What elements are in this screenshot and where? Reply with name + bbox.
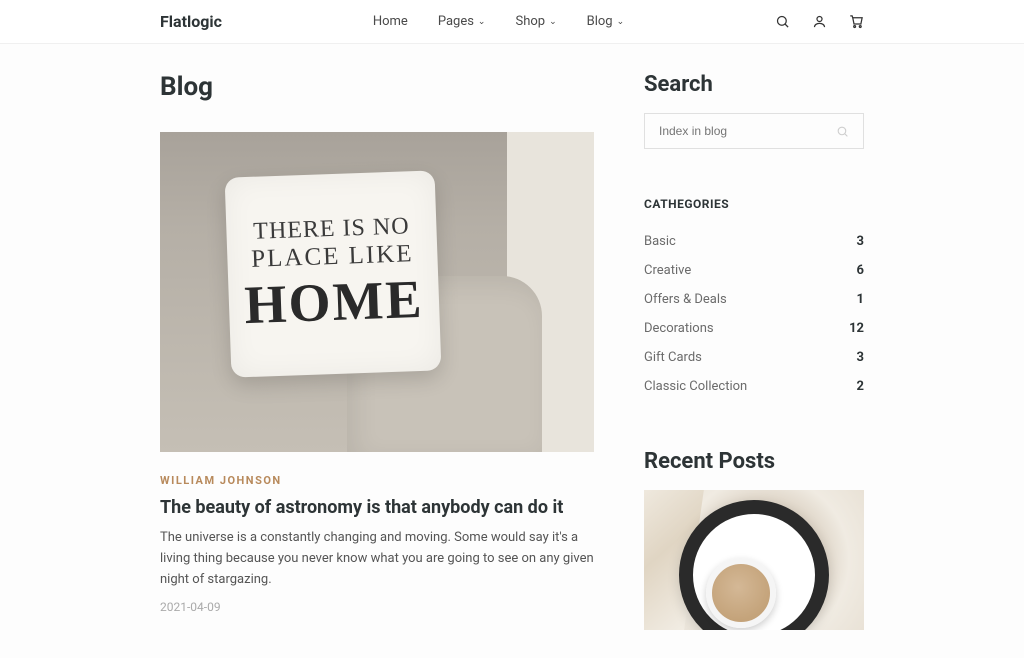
page-container: Blog THERE IS NO PLACE LIKE HOME WILLIAM… xyxy=(0,44,1024,658)
nav-blog-label: Blog xyxy=(587,14,613,29)
nav-blog[interactable]: Blog ⌄ xyxy=(587,14,625,29)
user-icon[interactable] xyxy=(812,14,827,29)
category-count: 3 xyxy=(857,234,864,249)
top-navigation: Flatlogic Home Pages ⌄ Shop ⌄ Blog ⌄ xyxy=(0,0,1024,44)
chevron-down-icon: ⌄ xyxy=(617,17,625,27)
category-item[interactable]: Classic Collection 2 xyxy=(644,372,864,401)
pillow-graphic: THERE IS NO PLACE LIKE HOME xyxy=(225,170,442,377)
category-label: Basic xyxy=(644,234,676,249)
post-author[interactable]: WILLIAM JOHNSON xyxy=(160,474,594,487)
category-label: Offers & Deals xyxy=(644,292,727,307)
post-featured-image[interactable]: THERE IS NO PLACE LIKE HOME xyxy=(160,132,594,452)
category-item[interactable]: Offers & Deals 1 xyxy=(644,285,864,314)
brand-logo[interactable]: Flatlogic xyxy=(160,12,222,31)
category-item[interactable]: Basic 3 xyxy=(644,227,864,256)
main-nav: Home Pages ⌄ Shop ⌄ Blog ⌄ xyxy=(373,14,624,29)
pillow-text-3: HOME xyxy=(243,267,424,335)
main-content: Blog THERE IS NO PLACE LIKE HOME WILLIAM… xyxy=(160,72,594,630)
recent-posts-heading: Recent Posts xyxy=(644,449,864,474)
category-label: Creative xyxy=(644,263,691,278)
post-date: 2021-04-09 xyxy=(160,600,594,614)
search-heading: Search xyxy=(644,72,864,97)
category-count: 12 xyxy=(849,321,864,336)
chevron-down-icon: ⌄ xyxy=(478,17,486,27)
category-label: Decorations xyxy=(644,321,714,336)
nav-shop-label: Shop xyxy=(515,14,545,29)
chevron-down-icon: ⌄ xyxy=(549,17,557,27)
search-icon[interactable] xyxy=(836,125,849,138)
category-label: Classic Collection xyxy=(644,379,747,394)
nav-shop[interactable]: Shop ⌄ xyxy=(515,14,556,29)
category-item[interactable]: Decorations 12 xyxy=(644,314,864,343)
category-label: Gift Cards xyxy=(644,350,702,365)
post-title[interactable]: The beauty of astronomy is that anybody … xyxy=(160,497,594,518)
cup-graphic xyxy=(706,558,776,628)
nav-pages-label: Pages xyxy=(438,14,474,29)
search-icon[interactable] xyxy=(775,14,790,29)
category-count: 3 xyxy=(857,350,864,365)
top-icon-group xyxy=(775,14,864,29)
post-excerpt: The universe is a constantly changing an… xyxy=(160,528,594,590)
nav-pages[interactable]: Pages ⌄ xyxy=(438,14,486,29)
category-count: 2 xyxy=(857,379,864,394)
recent-post-thumbnail[interactable] xyxy=(644,490,864,630)
nav-home[interactable]: Home xyxy=(373,14,408,29)
categories-heading: CATHEGORIES xyxy=(644,197,864,211)
search-box[interactable] xyxy=(644,113,864,149)
category-list: Basic 3 Creative 6 Offers & Deals 1 Decorat… xyxy=(644,227,864,401)
category-item[interactable]: Creative 6 xyxy=(644,256,864,285)
category-item[interactable]: Gift Cards 3 xyxy=(644,343,864,372)
cart-icon[interactable] xyxy=(849,14,864,29)
nav-home-label: Home xyxy=(373,14,408,29)
search-input[interactable] xyxy=(659,124,836,138)
category-count: 1 xyxy=(857,292,864,307)
sidebar: Search CATHEGORIES Basic 3 Creative 6 Offe… xyxy=(644,72,864,630)
category-count: 6 xyxy=(857,263,864,278)
page-title: Blog xyxy=(160,72,594,102)
